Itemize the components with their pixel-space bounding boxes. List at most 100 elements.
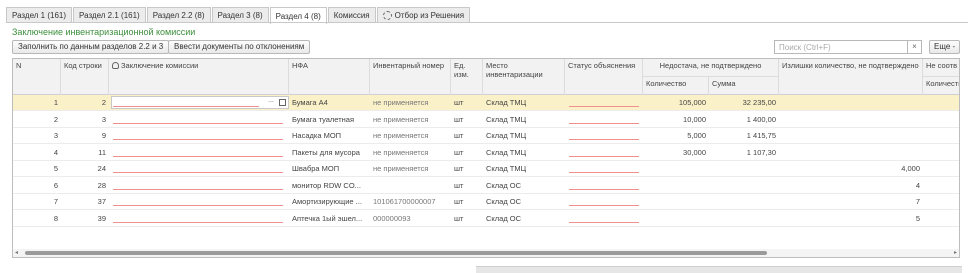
col-place[interactable]: Место инвентаризации xyxy=(483,59,565,95)
unit-cell: шт xyxy=(454,98,464,107)
table-row[interactable]: 7 37 Амортизирующие ... 101061700000007 шт Ск… xyxy=(13,194,959,210)
place-cell: Склад ТМЦ xyxy=(486,98,527,107)
tab-label: Раздел 2.2 (8) xyxy=(152,11,205,20)
conclusion-field[interactable] xyxy=(113,172,283,173)
nfa-cell: Бумага А4 xyxy=(292,98,328,107)
row-code: 24 xyxy=(97,164,106,173)
more-button[interactable]: Еще - xyxy=(929,40,961,54)
conclusion-field[interactable] xyxy=(113,221,283,223)
table-row[interactable]: 8 39 Аптечка 1ый эшел... 000000093 шт Склад О… xyxy=(13,211,959,227)
col-nfa[interactable]: НФА xyxy=(289,59,370,95)
col-shortage-sum[interactable]: Сумма xyxy=(709,77,779,95)
row-number: 1 xyxy=(53,98,58,107)
col-not-matching-qty[interactable]: Количеств xyxy=(923,77,959,95)
surplus-qty-cell: 7 xyxy=(915,197,920,206)
tab-label: Отбор из Решения xyxy=(394,11,465,20)
place-cell: Склад ТМЦ xyxy=(486,147,527,157)
open-link-icon[interactable] xyxy=(279,99,286,106)
table-row[interactable]: 2 3 Бумага туалетная не применяется шт Склад … xyxy=(13,112,959,128)
col-conclusion-label: Заключение комиссии xyxy=(121,61,199,70)
place-cell: Склад ОС xyxy=(486,180,522,190)
conclusion-field[interactable] xyxy=(113,205,283,206)
enter-deviation-documents-button[interactable]: Ввести документы по отклонениям xyxy=(168,40,311,54)
row-number: 7 xyxy=(53,197,58,206)
shortage-qty-cell xyxy=(643,161,709,177)
surplus-qty-cell xyxy=(779,95,923,111)
shortage-sum-cell xyxy=(709,161,779,177)
tab-section-2-1[interactable]: Раздел 2.1 (161) xyxy=(73,7,146,23)
shortage-sum-cell: 1 400,00 xyxy=(746,114,776,124)
status-field[interactable] xyxy=(569,139,639,140)
place-cell: Склад ОС xyxy=(486,213,522,223)
fill-by-sections-button[interactable]: Заполнить по данным разделов 2.2 и 3 xyxy=(12,40,170,54)
surplus-qty-cell xyxy=(779,145,923,161)
col-shortage-qty[interactable]: Количество xyxy=(643,77,709,95)
tab-section-3[interactable]: Раздел 3 (8) xyxy=(211,7,269,23)
col-unit[interactable]: Ед. изм. xyxy=(451,59,483,95)
shortage-qty-cell xyxy=(643,178,709,194)
nfa-cell: Швабра МОП xyxy=(292,164,340,173)
tab-selection-from-decision[interactable]: Отбор из Решения xyxy=(376,7,471,23)
conclusion-field[interactable] xyxy=(113,188,283,190)
status-field[interactable] xyxy=(569,205,639,206)
status-field[interactable] xyxy=(569,188,639,190)
col-status[interactable]: Статус объяснения xyxy=(565,59,643,95)
col-shortage-group[interactable]: Недостача, не подтверждено xyxy=(643,59,779,77)
table-row[interactable]: 5 24 Швабра МОП не применяется шт Склад ТМЦ 4,… xyxy=(13,161,959,177)
scroll-left-icon[interactable]: ◂ xyxy=(15,249,18,256)
tab-section-1[interactable]: Раздел 1 (161) xyxy=(6,7,73,23)
col-surplus[interactable]: Излишки количество, не подтверждено xyxy=(779,59,923,95)
nfa-cell: Амортизирующие ... xyxy=(292,197,362,206)
place-cell: Склад ТМЦ xyxy=(486,131,527,140)
col-code[interactable]: Код строки xyxy=(61,59,109,95)
row-code: 2 xyxy=(101,98,106,107)
col-not-matching-group[interactable]: Не соотв xyxy=(923,59,959,77)
status-field[interactable] xyxy=(569,106,639,107)
row-code: 39 xyxy=(97,213,106,223)
table-row[interactable]: 6 28 монитор RDW CO... шт Склад ОС 4 xyxy=(13,178,959,194)
shortage-sum-cell: 32 235,00 xyxy=(742,98,776,107)
conclusion-field[interactable] xyxy=(113,139,283,140)
row-number: 8 xyxy=(53,213,58,223)
inventory-number-cell: не применяется xyxy=(373,98,429,107)
status-field[interactable] xyxy=(569,172,639,173)
person-column-icon xyxy=(112,62,119,69)
shortage-qty-cell: 30,000 xyxy=(683,147,706,157)
search-clear-button[interactable]: × xyxy=(908,40,922,54)
conclusion-field[interactable]: ... xyxy=(111,96,289,109)
tab-section-2-2[interactable]: Раздел 2.2 (8) xyxy=(146,7,211,23)
surplus-qty-cell xyxy=(779,128,923,144)
row-code: 28 xyxy=(97,180,106,190)
scroll-right-icon[interactable]: ▸ xyxy=(954,249,957,256)
row-number: 5 xyxy=(53,164,58,173)
status-field[interactable] xyxy=(569,122,639,124)
conclusion-field[interactable] xyxy=(113,122,283,124)
shortage-qty-cell xyxy=(643,211,709,227)
inventory-number-cell: не применяется xyxy=(373,131,429,140)
table-row[interactable]: 3 9 Насадка МОП не применяется шт Склад ТМЦ 5,… xyxy=(13,128,959,144)
col-n[interactable]: N xyxy=(13,59,61,95)
row-number: 6 xyxy=(53,180,58,190)
col-inventory-number[interactable]: Инвентарный номер xyxy=(370,59,451,95)
row-code: 11 xyxy=(98,147,106,157)
scrollbar-thumb[interactable] xyxy=(25,251,767,255)
surplus-qty-cell: 4,000 xyxy=(901,164,920,173)
table-row[interactable]: 4 11 Пакеты для мусора не применяется шт Скла… xyxy=(13,145,959,161)
status-field[interactable] xyxy=(569,221,639,223)
shortage-qty-cell xyxy=(643,194,709,210)
shortage-sum-cell xyxy=(709,178,779,194)
inventory-number-cell: 000000093 xyxy=(373,213,411,223)
surplus-qty-cell xyxy=(779,112,923,128)
shortage-sum-cell xyxy=(709,194,779,210)
select-ellipsis-icon[interactable]: ... xyxy=(268,97,274,104)
table-row[interactable]: 1 2... Бумага А4 не применяется шт Склад ТМЦ 1… xyxy=(13,95,959,111)
horizontal-scrollbar[interactable]: ◂ ▸ xyxy=(13,249,959,257)
search-input[interactable]: Поиск (Ctrl+F) xyxy=(774,40,908,54)
tab-commission[interactable]: Комиссия xyxy=(327,7,376,23)
conclusion-field[interactable] xyxy=(113,155,283,157)
shortage-qty-cell: 105,000 xyxy=(678,98,706,107)
inventory-number-cell: не применяется xyxy=(373,114,429,124)
place-cell: Склад ТМЦ xyxy=(486,164,527,173)
col-conclusion[interactable]: Заключение комиссии xyxy=(109,59,289,95)
status-field[interactable] xyxy=(569,155,639,157)
